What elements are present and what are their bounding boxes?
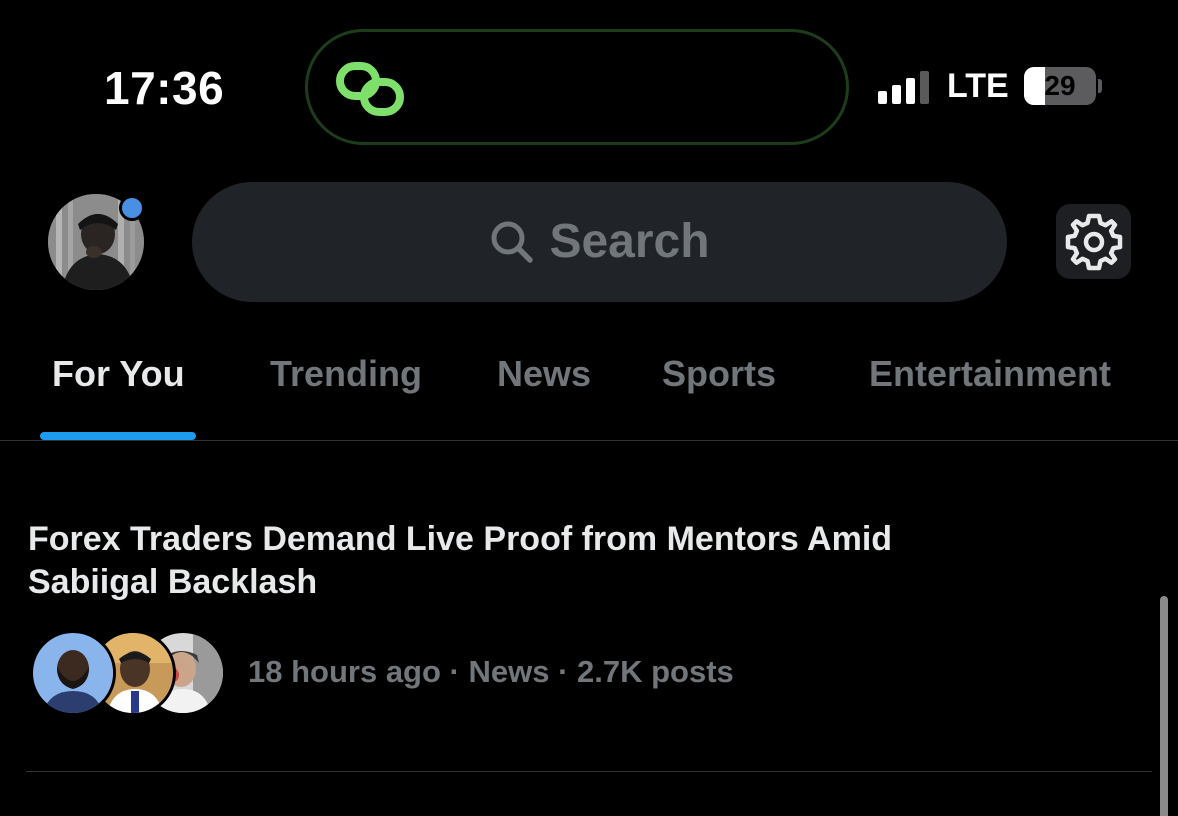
person-avatar — [30, 630, 116, 716]
tab-trending[interactable]: Trending — [270, 352, 422, 396]
network-type: LTE — [947, 67, 1009, 105]
cellular-signal-icon — [878, 70, 934, 104]
scrollbar[interactable] — [1160, 596, 1168, 816]
battery-level: 29 — [1044, 70, 1076, 101]
explore-screen: 17:36 LTE 29 Search For You Trending New… — [0, 0, 1178, 816]
search-icon — [491, 221, 534, 263]
trend-meta: 18 hours ago · News · 2.7K posts — [248, 654, 734, 689]
gear-icon — [1065, 213, 1122, 270]
tab-news[interactable]: News — [497, 352, 591, 396]
tab-entertainment[interactable]: Entertainment — [869, 352, 1111, 396]
search-bar[interactable]: Search — [192, 182, 1007, 302]
dynamic-island[interactable] — [305, 29, 849, 145]
feed-divider — [26, 771, 1152, 772]
active-tab-indicator — [40, 432, 196, 440]
trend-avatars — [30, 630, 226, 716]
battery-icon: 29 — [1024, 67, 1096, 105]
notification-dot — [119, 195, 145, 221]
trend-headline[interactable]: Forex Traders Demand Live Proof from Men… — [28, 518, 1028, 604]
link-icon — [336, 62, 404, 116]
status-time: 17:36 — [104, 62, 225, 114]
tab-sports[interactable]: Sports — [662, 352, 776, 396]
settings-button[interactable] — [1056, 204, 1131, 279]
search-placeholder: Search — [549, 215, 710, 268]
tabs-divider — [0, 440, 1178, 441]
tab-for-you[interactable]: For You — [52, 352, 185, 396]
battery-cap — [1098, 79, 1102, 93]
